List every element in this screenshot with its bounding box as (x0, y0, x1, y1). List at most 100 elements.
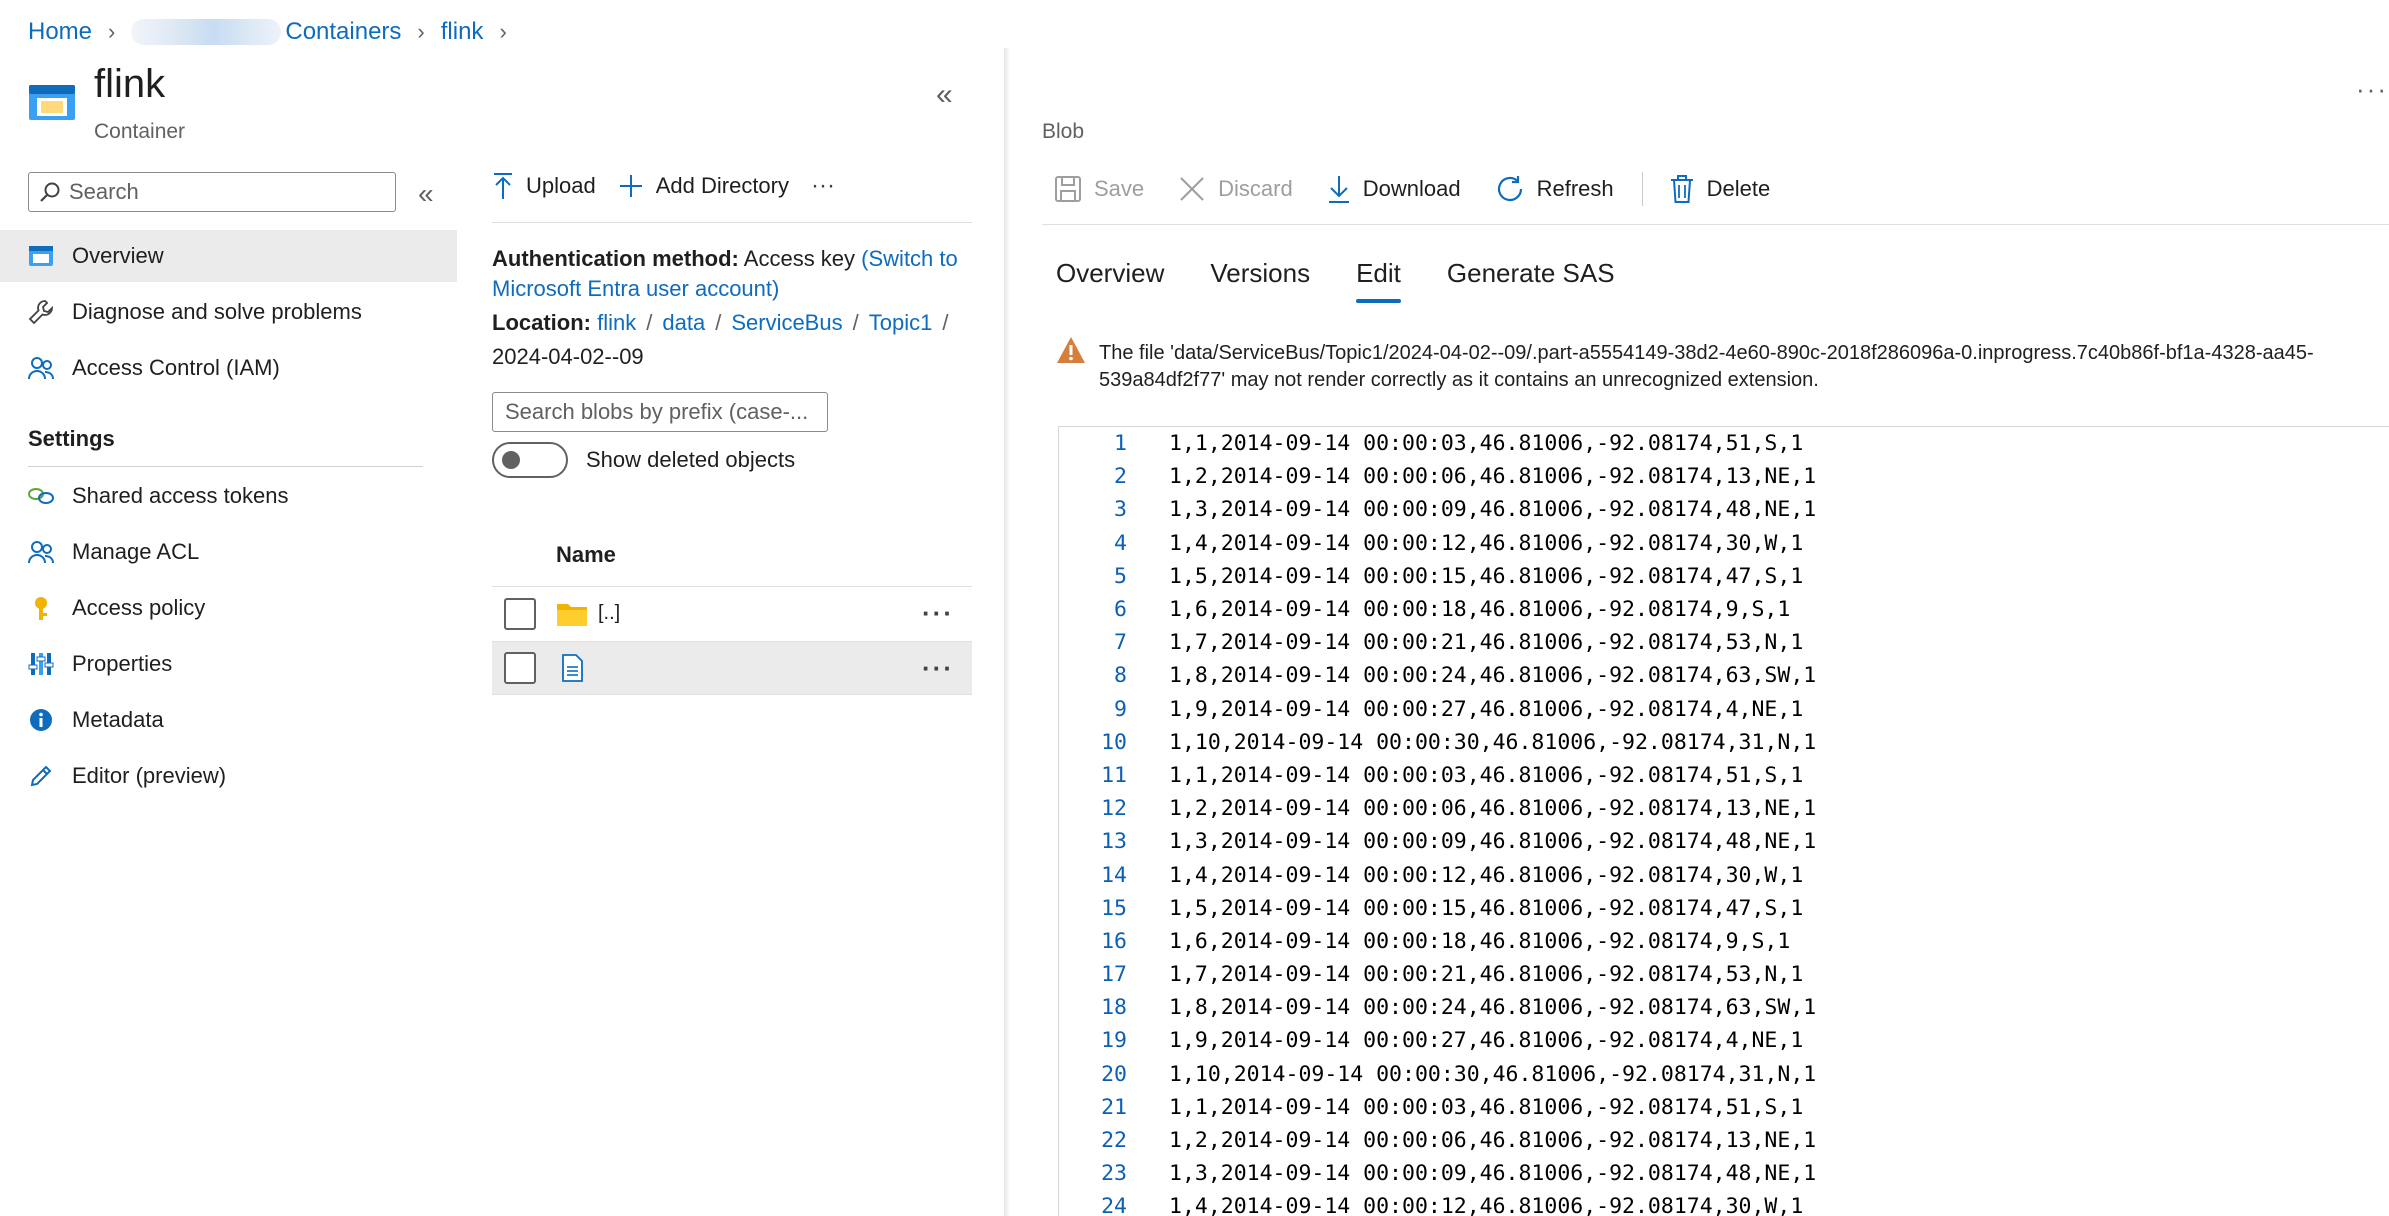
line-text: 1,9,2014-09-14 00:00:27,46.81006,-92.081… (1169, 1028, 1804, 1054)
download-icon (1327, 174, 1351, 204)
auth-label: Authentication method: (492, 246, 739, 271)
column-header-name[interactable]: Name (556, 542, 616, 568)
overview-icon (28, 243, 54, 269)
code-line[interactable]: 1 1,1,2014-09-14 00:00:03,46.81006,-92.08… (1059, 427, 2389, 460)
row-checkbox[interactable] (504, 597, 536, 630)
line-text: 1,8,2014-09-14 00:00:24,46.81006,-92.081… (1169, 663, 1817, 689)
code-line[interactable]: 24 1,4,2014-09-14 00:00:12,46.81006,-92.0… (1059, 1190, 2389, 1216)
location-segment[interactable]: Topic1 (869, 310, 933, 335)
code-line[interactable]: 7 1,7,2014-09-14 00:00:21,46.81006,-92.08… (1059, 626, 2389, 659)
tab-overview[interactable]: Overview (1056, 258, 1164, 303)
line-number: 9 (1114, 696, 1127, 722)
code-line[interactable]: 4 1,4,2014-09-14 00:00:12,46.81006,-92.08… (1059, 527, 2389, 560)
sidebar-item-label: Shared access tokens (72, 483, 289, 508)
collapse-panel-icon[interactable]: « (936, 78, 953, 112)
code-line[interactable]: 11 1,1,2014-09-14 00:00:03,46.81006,-92.0… (1059, 759, 2389, 792)
row-more-button[interactable]: ··· (922, 598, 954, 629)
code-line[interactable]: 18 1,8,2014-09-14 00:00:24,46.81006,-92.0… (1059, 991, 2389, 1024)
code-line[interactable]: 13 1,3,2014-09-14 00:00:09,46.81006,-92.0… (1059, 825, 2389, 858)
breadcrumb-containers[interactable]: Containers (285, 18, 401, 46)
file-icon (556, 654, 588, 682)
upload-button[interactable]: Upload (492, 172, 596, 200)
warning-icon (1056, 336, 1086, 364)
chevron-right-icon: › (499, 19, 507, 44)
code-line[interactable]: 2 1,2,2014-09-14 00:00:06,46.81006,-92.08… (1059, 460, 2389, 493)
line-number: 23 (1101, 1161, 1127, 1187)
tab-edit[interactable]: Edit (1356, 258, 1401, 303)
collapse-nav-icon[interactable]: « (418, 178, 434, 210)
nav-search-input[interactable]: Search (28, 172, 396, 212)
code-line[interactable]: 19 1,9,2014-09-14 00:00:27,46.81006,-92.0… (1059, 1024, 2389, 1057)
save-button[interactable]: Save (1054, 175, 1144, 203)
sidebar-item-access-policy[interactable]: Access policy (0, 582, 457, 634)
line-text: 1,8,2014-09-14 00:00:24,46.81006,-92.081… (1169, 995, 1817, 1021)
line-number: 8 (1114, 663, 1127, 689)
location-segment[interactable]: data (662, 310, 705, 335)
code-line[interactable]: 22 1,2,2014-09-14 00:00:06,46.81006,-92.0… (1059, 1124, 2389, 1157)
add-directory-button[interactable]: Add Directory (618, 173, 789, 199)
code-line[interactable]: 12 1,2,2014-09-14 00:00:06,46.81006,-92.0… (1059, 792, 2389, 825)
code-line[interactable]: 3 1,3,2014-09-14 00:00:09,46.81006,-92.08… (1059, 493, 2389, 526)
code-line[interactable]: 20 1,10,2014-09-14 00:00:30,46.81006,-92.… (1059, 1058, 2389, 1091)
code-line[interactable]: 6 1,6,2014-09-14 00:00:18,46.81006,-92.08… (1059, 593, 2389, 626)
blob-prefix-search-input[interactable]: Search blobs by prefix (case-... (492, 392, 828, 432)
line-number: 3 (1114, 497, 1127, 523)
delete-button[interactable]: Delete (1669, 174, 1770, 204)
sidebar-item-iam[interactable]: Access Control (IAM) (0, 342, 457, 394)
code-line[interactable]: 21 1,1,2014-09-14 00:00:03,46.81006,-92.0… (1059, 1091, 2389, 1124)
line-text: 1,4,2014-09-14 00:00:12,46.81006,-92.081… (1169, 862, 1804, 888)
table-row[interactable]: [..] ··· (492, 586, 972, 640)
code-line[interactable]: 8 1,8,2014-09-14 00:00:24,46.81006,-92.08… (1059, 659, 2389, 692)
code-line[interactable]: 10 1,10,2014-09-14 00:00:30,46.81006,-92.… (1059, 726, 2389, 759)
line-text: 1,6,2014-09-14 00:00:18,46.81006,-92.081… (1169, 928, 1791, 954)
code-line[interactable]: 16 1,6,2014-09-14 00:00:18,46.81006,-92.0… (1059, 925, 2389, 958)
line-text: 1,2,2014-09-14 00:00:06,46.81006,-92.081… (1169, 796, 1817, 822)
location-segment[interactable]: ServiceBus (731, 310, 842, 335)
toolbar-divider (492, 222, 972, 223)
code-editor[interactable]: 1 1,1,2014-09-14 00:00:03,46.81006,-92.08… (1058, 426, 2389, 1216)
code-line[interactable]: 17 1,7,2014-09-14 00:00:21,46.81006,-92.0… (1059, 958, 2389, 991)
location-segment[interactable]: flink (597, 310, 636, 335)
panel-shadow (1004, 48, 1010, 1216)
code-line[interactable]: 5 1,5,2014-09-14 00:00:15,46.81006,-92.08… (1059, 560, 2389, 593)
line-text: 1,4,2014-09-14 00:00:12,46.81006,-92.081… (1169, 530, 1804, 556)
sidebar-item-metadata[interactable]: Metadata (0, 694, 457, 746)
row-name[interactable]: [..] (598, 602, 620, 625)
breadcrumb-home[interactable]: Home (28, 18, 92, 46)
row-more-button[interactable]: ··· (922, 653, 954, 684)
sidebar-item-shared-access-tokens[interactable]: Shared access tokens (0, 470, 457, 522)
row-checkbox[interactable] (504, 652, 536, 684)
properties-icon (28, 651, 54, 677)
code-line[interactable]: 23 1,3,2014-09-14 00:00:09,46.81006,-92.0… (1059, 1157, 2389, 1190)
panel-more-icon[interactable]: ··· (2356, 74, 2388, 105)
wrench-icon (28, 299, 54, 325)
page-title: flink (94, 62, 166, 106)
sidebar-item-overview[interactable]: Overview (0, 230, 457, 282)
line-number: 1 (1114, 431, 1127, 457)
breadcrumb-container[interactable]: flink (441, 18, 484, 46)
line-number: 4 (1114, 530, 1127, 556)
show-deleted-toggle[interactable] (492, 442, 568, 478)
code-line[interactable]: 14 1,4,2014-09-14 00:00:12,46.81006,-92.0… (1059, 858, 2389, 891)
sidebar-item-label: Manage ACL (72, 539, 200, 564)
refresh-button[interactable]: Refresh (1495, 174, 1614, 204)
download-button[interactable]: Download (1327, 174, 1461, 204)
more-actions-button[interactable]: ··· (811, 172, 835, 200)
line-text: 1,10,2014-09-14 00:00:30,46.81006,-92.08… (1169, 1061, 1817, 1087)
table-row[interactable]: ··· (492, 641, 972, 695)
blob-search-placeholder: Search blobs by prefix (case-... (505, 399, 809, 424)
sidebar-item-manage-acl[interactable]: Manage ACL (0, 526, 457, 578)
discard-button[interactable]: Discard (1178, 175, 1293, 203)
code-line[interactable]: 15 1,5,2014-09-14 00:00:15,46.81006,-92.0… (1059, 892, 2389, 925)
sidebar-item-diagnose[interactable]: Diagnose and solve problems (0, 286, 457, 338)
sidebar-item-editor[interactable]: Editor (preview) (0, 750, 457, 802)
settings-divider (28, 466, 423, 467)
sidebar-item-properties[interactable]: Properties (0, 638, 457, 690)
line-number: 15 (1101, 895, 1127, 921)
link-icon (28, 483, 54, 509)
tab-versions[interactable]: Versions (1210, 258, 1310, 303)
tab-generate-sas[interactable]: Generate SAS (1447, 258, 1615, 303)
line-text: 1,5,2014-09-14 00:00:15,46.81006,-92.081… (1169, 895, 1804, 921)
blob-panel-label: Blob (1042, 120, 1085, 143)
code-line[interactable]: 9 1,9,2014-09-14 00:00:27,46.81006,-92.08… (1059, 693, 2389, 726)
